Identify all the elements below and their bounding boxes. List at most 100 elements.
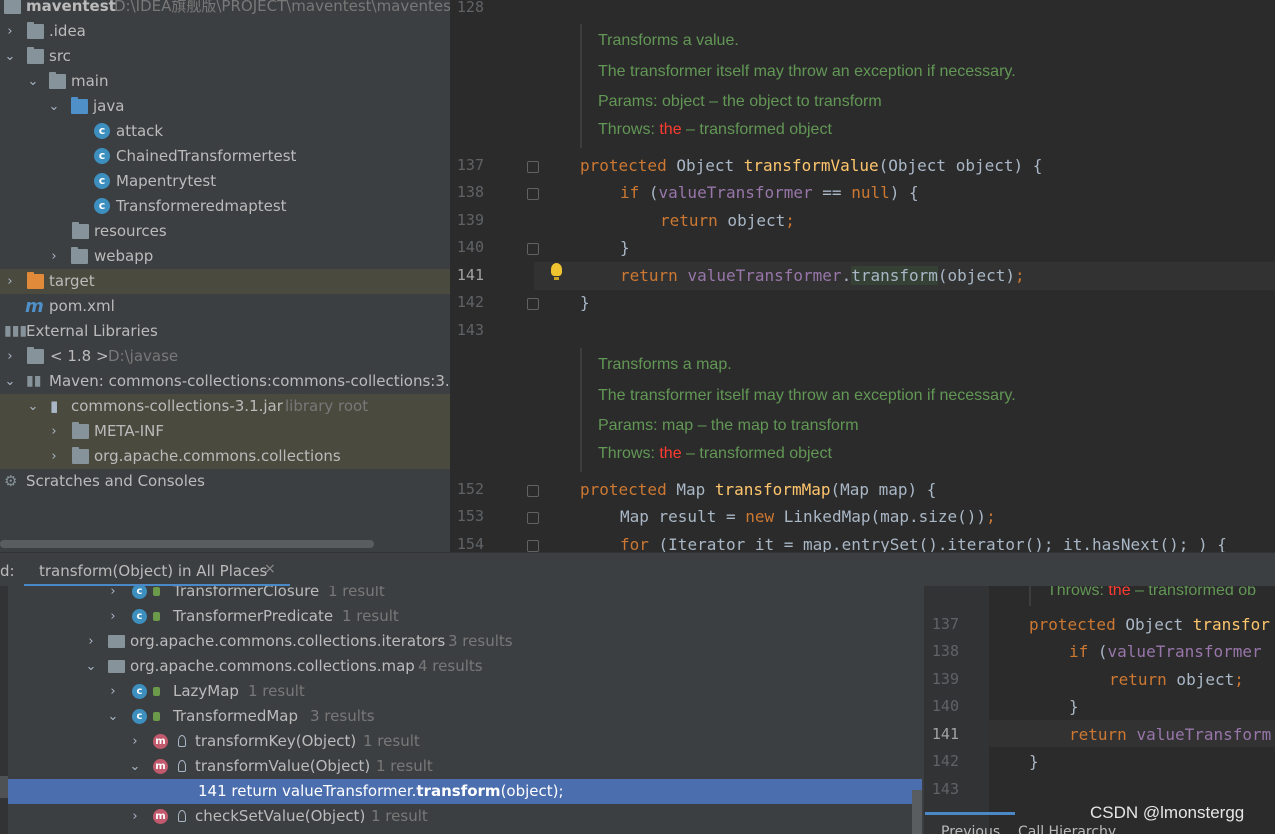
line-number: 137 <box>931 615 959 633</box>
usage-row[interactable]: › org.apache.commons.collections.iterato… <box>8 629 922 654</box>
tree-row-target[interactable]: › target <box>0 269 450 294</box>
tree-row-pom[interactable]: m pom.xml <box>0 294 450 319</box>
keyword: new <box>745 507 775 526</box>
chevron-down-icon[interactable]: ⌄ <box>47 94 61 119</box>
protected-key-icon <box>178 810 186 822</box>
doc-text: Params: object – the object to transform <box>598 93 882 110</box>
usage-row-selected[interactable]: 141 return valueTransformer.transform(ob… <box>8 779 922 804</box>
vertical-scrollbar[interactable] <box>912 790 922 834</box>
usage-row[interactable]: ⌄ m transformValue(Object) 1 result <box>8 754 922 779</box>
tree-label-jar-note: library root <box>285 397 369 415</box>
usage-name: org.apache.commons.collections.map <box>130 657 415 675</box>
chevron-right-icon[interactable]: › <box>106 586 120 604</box>
usage-name: transformValue(Object) <box>195 757 371 775</box>
class-icon: c <box>94 198 110 214</box>
chevron-down-icon[interactable]: ⌄ <box>3 369 17 394</box>
field-name: valueTransformer <box>658 183 813 202</box>
tree-row-external-libraries[interactable]: ▮▮▮ External Libraries <box>0 319 450 344</box>
usage-name: TransformerPredicate <box>173 607 334 625</box>
code-line-152: protected Map transformMap(Map map) { <box>580 480 936 499</box>
tree-row-class-chained[interactable]: c ChainedTransformertest <box>0 144 450 169</box>
tree-row-main[interactable]: ⌄ main <box>0 69 450 94</box>
fold-marker-icon[interactable] <box>527 298 539 310</box>
fold-marker-icon[interactable] <box>527 540 539 552</box>
usage-preview[interactable]: Throws: the – transformed ob 137 138 139… <box>924 586 1275 834</box>
fold-marker-icon[interactable] <box>527 188 539 200</box>
tree-label-class: Transformeredmaptest <box>116 197 287 215</box>
code-text: (Object object) { <box>878 156 1043 175</box>
chevron-down-icon[interactable]: ⌄ <box>128 754 142 779</box>
keyword: null <box>851 183 890 202</box>
preview-code-line: } <box>1029 752 1039 771</box>
tree-row-root[interactable]: maventest D:\IDEA旗舰版\PROJECT\maventest\m… <box>0 0 450 19</box>
chevron-down-icon[interactable]: ⌄ <box>84 654 98 679</box>
usage-row[interactable]: › c LazyMap 1 result <box>8 679 922 704</box>
field-name: valueTransformer <box>687 266 842 285</box>
chevron-down-icon[interactable]: ⌄ <box>26 69 40 94</box>
code-editor[interactable]: 128 137 138 139 140 141 142 143 152 153 … <box>450 0 1275 552</box>
tree-row-meta-inf[interactable]: › META-INF <box>0 419 450 444</box>
preview-tabs[interactable]: Previous Call Hierarchy <box>941 824 1116 834</box>
chevron-down-icon[interactable]: ⌄ <box>106 704 120 729</box>
folder-icon <box>72 422 89 439</box>
usage-row[interactable]: › c TransformerClosure 1 result <box>8 586 922 604</box>
tree-row-class-attack[interactable]: c attack <box>0 119 450 144</box>
tree-row-class-transformered[interactable]: c Transformeredmaptest <box>0 194 450 219</box>
lightbulb-icon[interactable] <box>551 263 562 280</box>
keyword: protected <box>580 480 667 499</box>
root-name: maventest <box>26 0 116 15</box>
chevron-right-icon[interactable]: › <box>3 344 17 369</box>
usage-name: transformKey(Object) <box>195 732 357 750</box>
fold-marker-icon[interactable] <box>527 512 539 524</box>
chevron-right-icon[interactable]: › <box>84 629 98 654</box>
tree-row-java[interactable]: ⌄ java <box>0 94 450 119</box>
class-icon: c <box>94 123 110 139</box>
tree-row-jdk[interactable]: › < 1.8 > D:\javase <box>0 344 450 369</box>
chevron-right-icon[interactable]: › <box>106 679 120 704</box>
chevron-right-icon[interactable]: › <box>128 729 142 754</box>
chevron-right-icon[interactable]: › <box>47 419 61 444</box>
chevron-right-icon[interactable]: › <box>47 444 61 469</box>
usage-row[interactable]: ⌄ org.apache.commons.collections.map 4 r… <box>8 654 922 679</box>
chevron-right-icon[interactable]: › <box>47 244 61 269</box>
web-folder-icon <box>71 247 88 264</box>
chevron-right-icon[interactable]: › <box>3 269 17 294</box>
tree-row-idea[interactable]: › .idea <box>0 19 450 44</box>
tree-row-scratches[interactable]: ⚙ Scratches and Consoles <box>0 469 450 494</box>
fold-marker-icon[interactable] <box>527 161 539 173</box>
horizontal-scrollbar[interactable] <box>0 540 374 548</box>
doc-throws-label: Throws: <box>598 121 660 138</box>
chevron-right-icon[interactable]: › <box>128 804 142 829</box>
usages-tree[interactable]: › c TransformerClosure 1 result › c Tran… <box>0 586 924 834</box>
line-number: 142 <box>456 293 484 311</box>
tab-find-usages[interactable]: transform(Object) in All Places × <box>24 553 290 587</box>
resources-folder-icon <box>72 222 89 239</box>
class-icon: c <box>94 173 110 189</box>
chevron-right-icon[interactable]: › <box>106 604 120 629</box>
usage-row[interactable]: › c TransformerPredicate 1 result <box>8 604 922 629</box>
tree-label-jar: commons-collections-3.1.jar <box>71 397 283 415</box>
tree-row-resources[interactable]: resources <box>0 219 450 244</box>
tool-strip-button[interactable] <box>0 776 8 798</box>
usage-row[interactable]: ⌄ c TransformedMap 3 results <box>8 704 922 729</box>
line-number: 138 <box>931 642 959 660</box>
usage-row[interactable]: › m checkSetValue(Object) 1 result <box>8 804 922 829</box>
tree-row-jar[interactable]: ⌄ ▮ commons-collections-3.1.jar library … <box>0 394 450 419</box>
chevron-down-icon[interactable]: ⌄ <box>26 394 40 419</box>
tree-row-src[interactable]: ⌄ src <box>0 44 450 69</box>
close-icon[interactable]: × <box>264 561 276 577</box>
tree-row-class-mapentry[interactable]: c Mapentrytest <box>0 169 450 194</box>
usage-row[interactable]: › m transformKey(Object) 1 result <box>8 729 922 754</box>
tree-label-meta-inf: META-INF <box>94 422 165 440</box>
chevron-down-icon[interactable]: ⌄ <box>3 44 17 69</box>
package-icon <box>72 447 89 464</box>
chevron-right-icon[interactable]: › <box>3 19 17 44</box>
tree-row-maven-lib[interactable]: ⌄ ▮▮ Maven: commons-collections:commons-… <box>0 369 450 394</box>
fold-marker-icon[interactable] <box>527 485 539 497</box>
preview-code-line: protected Object transfor <box>1029 615 1270 634</box>
fold-marker-icon[interactable] <box>527 243 539 255</box>
line-number: 141 <box>931 725 959 743</box>
line-number: 153 <box>456 507 484 525</box>
tree-row-package[interactable]: › org.apache.commons.collections <box>0 444 450 469</box>
tree-row-webapp[interactable]: › webapp <box>0 244 450 269</box>
